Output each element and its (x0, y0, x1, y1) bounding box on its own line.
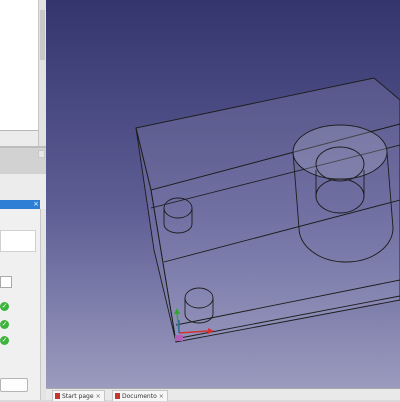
task-ok-button[interactable] (0, 378, 28, 392)
3d-viewport[interactable] (46, 0, 400, 388)
check-ok-icon: ✓ (0, 320, 9, 329)
task-panel-header: × (0, 200, 40, 209)
freecad-document-icon (115, 393, 120, 399)
tree-view[interactable] (0, 0, 39, 131)
tree-scrollbar-thumb[interactable] (40, 10, 45, 60)
task-panel-close-icon[interactable]: × (33, 200, 39, 209)
check-ok-icon: ✓ (0, 302, 9, 311)
3d-model-view (135, 77, 400, 343)
tree-scrollbar[interactable] (38, 0, 46, 148)
task-button[interactable] (0, 276, 12, 288)
check-ok-icon: ✓ (0, 336, 9, 345)
tab-start-page[interactable]: Start page × (52, 390, 105, 401)
tab-documento[interactable]: Documento × (112, 390, 168, 401)
property-scroll-button[interactable] (38, 150, 45, 158)
document-tab-bar: Start page × Documento × (46, 388, 400, 401)
task-group-box (0, 230, 36, 252)
boss-top-ellipse (292, 124, 388, 180)
left-panel: × ✓ ✓ ✓ (0, 0, 46, 400)
freecad-document-icon (55, 393, 60, 399)
